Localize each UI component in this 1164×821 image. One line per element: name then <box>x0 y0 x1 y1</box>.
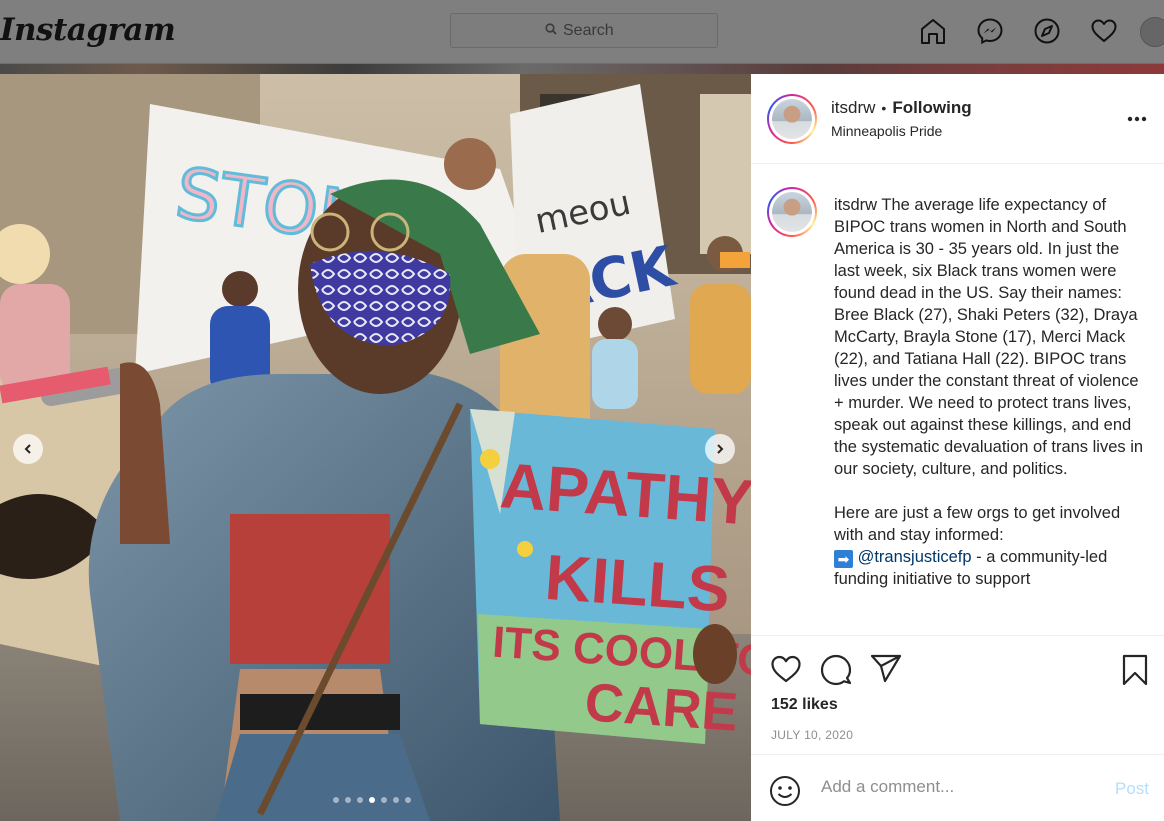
profile-avatar[interactable] <box>1140 17 1164 47</box>
following-button[interactable]: Following <box>892 98 971 118</box>
likes-count[interactable]: 152 likes <box>771 696 838 714</box>
carousel-dot <box>381 797 387 803</box>
explore-icon[interactable] <box>1032 15 1062 47</box>
search-icon <box>545 22 557 40</box>
carousel-dot-active <box>369 797 375 803</box>
background-feed-strip <box>0 64 1164 74</box>
emoji-icon[interactable] <box>769 775 801 812</box>
carousel-dot <box>393 797 399 803</box>
post-date[interactable]: JULY 10, 2020 <box>771 728 853 742</box>
more-options-icon[interactable] <box>1127 106 1147 127</box>
post-photo: STON meou ACK APATHY KILLS ITS COOL TO C… <box>0 74 751 821</box>
protest-photo-image: STON meou ACK APATHY KILLS ITS COOL TO C… <box>0 74 751 821</box>
chevron-right-icon <box>717 444 724 454</box>
top-navigation: Instagram <box>0 0 1164 64</box>
comment-icon[interactable] <box>820 654 852 691</box>
post-caption: itsdrw The average life expectancy of BI… <box>834 194 1146 590</box>
carousel-dot <box>405 797 411 803</box>
caption-text: The average life expectancy of BIPOC tra… <box>834 196 1144 544</box>
post-comment-button[interactable]: Post <box>1115 779 1149 799</box>
carousel-next-button[interactable] <box>705 434 735 464</box>
caption-author-avatar[interactable] <box>767 187 817 237</box>
caption-mention-link[interactable]: @transjusticefp <box>858 548 972 566</box>
chevron-left-icon <box>24 444 31 454</box>
author-avatar[interactable] <box>767 94 817 144</box>
caption-area: itsdrw The average life expectancy of BI… <box>751 165 1164 635</box>
carousel-dot <box>333 797 339 803</box>
share-direct-icon[interactable] <box>870 654 902 689</box>
post-side-panel: itsdrw • Following Minneapolis Pride its… <box>751 74 1164 821</box>
arrow-right-emoji: ➡ <box>834 550 853 568</box>
post-header: itsdrw • Following Minneapolis Pride <box>751 74 1164 164</box>
search-box[interactable] <box>450 13 718 48</box>
messenger-icon[interactable] <box>975 15 1005 47</box>
activity-heart-icon[interactable] <box>1089 15 1119 47</box>
caption-username[interactable]: itsdrw <box>834 196 877 214</box>
separator-dot: • <box>881 100 887 116</box>
post-actions: 152 likes JULY 10, 2020 Post <box>751 635 1164 821</box>
sign-line-2: KILLS <box>543 541 732 626</box>
carousel-indicator <box>333 797 411 803</box>
instagram-logo[interactable]: Instagram <box>0 12 176 48</box>
comment-input[interactable] <box>821 777 1081 797</box>
carousel-dot <box>345 797 351 803</box>
comment-bar: Post <box>751 754 1164 821</box>
author-username[interactable]: itsdrw <box>831 98 875 118</box>
carousel-prev-button[interactable] <box>13 434 43 464</box>
post-location[interactable]: Minneapolis Pride <box>831 123 942 139</box>
like-heart-icon[interactable] <box>770 654 802 689</box>
search-input[interactable] <box>563 21 623 40</box>
save-bookmark-icon[interactable] <box>1121 654 1149 691</box>
home-icon[interactable] <box>918 15 948 47</box>
carousel-dot <box>357 797 363 803</box>
